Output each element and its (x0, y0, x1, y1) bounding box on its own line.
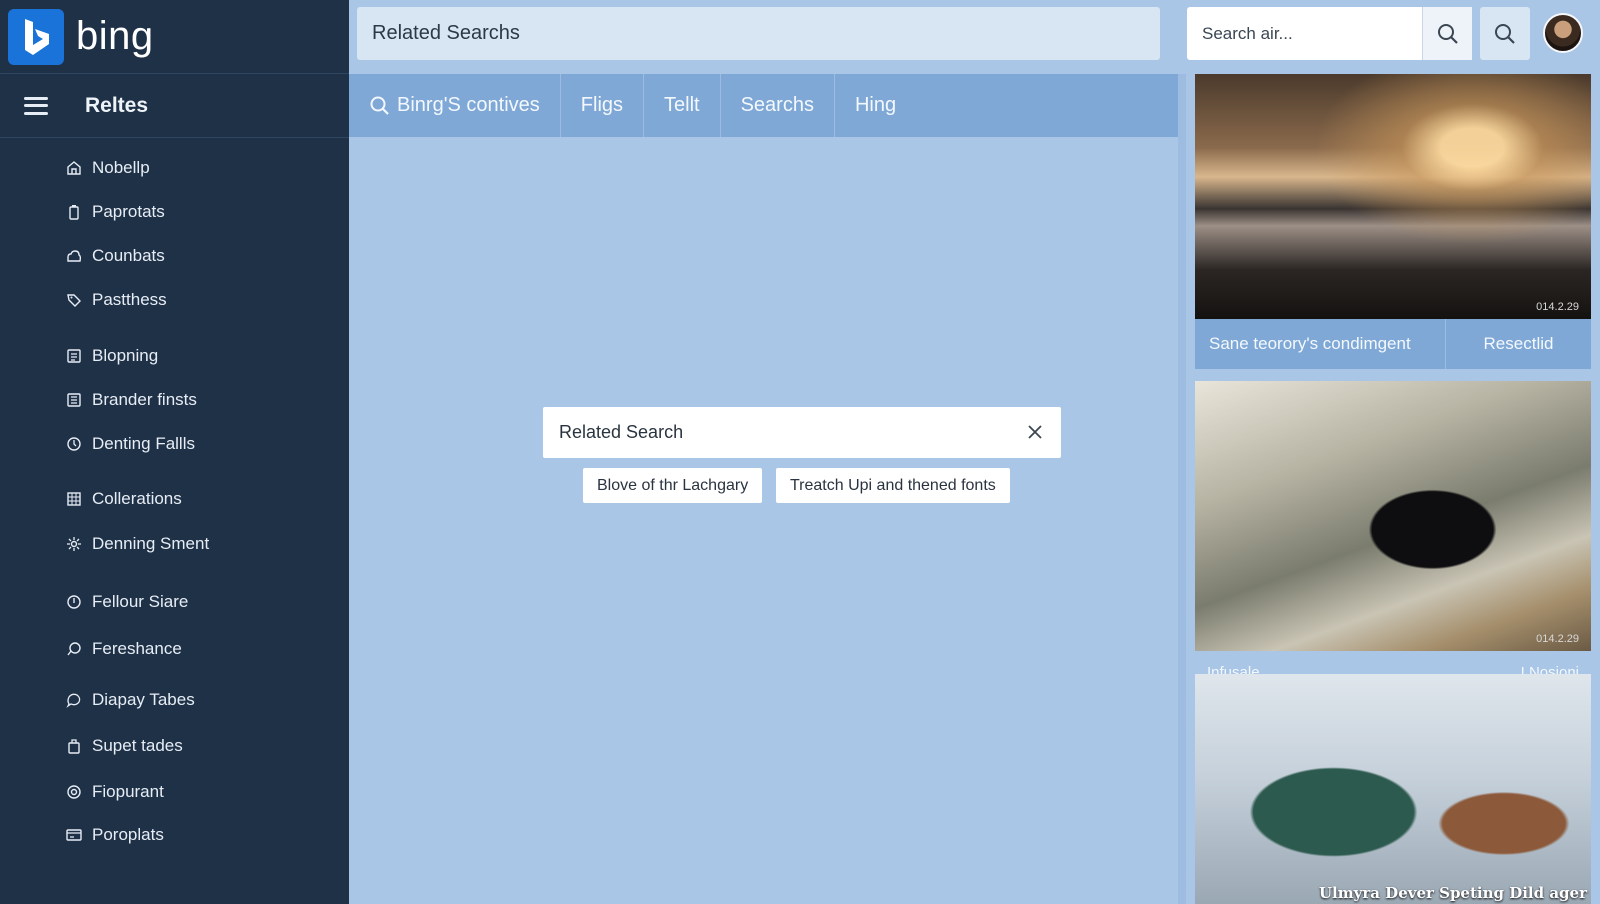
sidebar-item-label: Diapay Tabes (92, 690, 195, 709)
avatar[interactable] (1543, 13, 1583, 53)
sidebar-header: Reltes (0, 74, 349, 138)
tab-label: Hing (854, 94, 897, 116)
tab-label: Searchs (740, 94, 814, 116)
cloud-icon (66, 248, 82, 264)
tab-label: Fligs (580, 94, 624, 116)
sidebar-item-blopning[interactable]: Blopning (66, 342, 158, 370)
sidebar-item-diapay-tabes[interactable]: Diapay Tabes (66, 686, 195, 714)
results-column: 014.2.29 Sane teorory's condimgent Resec… (1178, 74, 1600, 904)
search-icon (1437, 23, 1458, 44)
result-image[interactable]: 014.2.29 (1195, 74, 1591, 319)
result-title[interactable]: Sane teorory's condimgent (1195, 334, 1445, 354)
tab-fligs[interactable]: Fligs (561, 74, 645, 137)
result-image[interactable]: 014.2.29 (1195, 381, 1591, 651)
search-icon (1495, 23, 1515, 44)
image-caption: Ulmyra Dever Speting Dild ager (1318, 884, 1587, 902)
sidebar-item-fellour-siare[interactable]: Fellour Siare (66, 588, 188, 616)
tag-icon (66, 292, 82, 308)
result-action-button[interactable]: Resectlid (1445, 319, 1591, 369)
search-alt-button[interactable] (1480, 7, 1530, 60)
sidebar-item-poroplats[interactable]: Poroplats (66, 821, 164, 849)
tab-label: Binrg'S contives (397, 94, 540, 116)
related-search-box[interactable]: Related Search (543, 407, 1061, 458)
chat-bubble-icon (66, 692, 82, 708)
main-content: Related Search Blove of thr Lachgary Tre… (349, 137, 1178, 904)
sidebar-nav: Nobellp Paprotats Counbats Pastthess Blo… (0, 138, 349, 898)
document-icon (66, 348, 82, 364)
tab-contives[interactable]: Binrg'S contives (349, 74, 561, 137)
result-peek-left[interactable]: Infusale (1207, 664, 1260, 674)
sidebar-item-collerations[interactable]: Collerations (66, 485, 182, 513)
brand-name: bing (76, 14, 154, 58)
sidebar: bing Reltes Nobellp Paprotats Counbats P… (0, 0, 349, 904)
sidebar-item-denting-fallls[interactable]: Denting Fallls (66, 430, 195, 458)
battery-icon (66, 204, 82, 220)
grid-icon (66, 491, 82, 507)
sidebar-item-nobellp[interactable]: Nobellp (66, 154, 150, 182)
chat-icon (66, 641, 82, 657)
sidebar-item-label: Pastthess (92, 290, 167, 309)
sidebar-item-label: Fereshance (92, 639, 182, 658)
sidebar-title: Reltes (85, 93, 149, 117)
sidebar-item-label: Collerations (92, 489, 182, 508)
sidebar-item-label: Paprotats (92, 202, 165, 221)
related-chip[interactable]: Blove of thr Lachgary (583, 468, 763, 503)
brand[interactable]: bing (0, 0, 349, 74)
tab-label: Tellt (664, 94, 700, 116)
sidebar-item-counbats[interactable]: Counbats (66, 242, 165, 270)
image-timestamp: 014.2.29 (1536, 633, 1579, 645)
related-chip[interactable]: Treatch Upi and thened fonts (776, 468, 1010, 503)
sidebar-item-label: Poroplats (92, 825, 164, 844)
settings-icon (66, 536, 82, 552)
sidebar-item-pastthess[interactable]: Pastthess (66, 286, 167, 314)
related-search-title: Related Search (559, 422, 684, 442)
sidebar-item-label: Counbats (92, 246, 165, 265)
tab-hing[interactable]: Hing (835, 74, 916, 137)
search-button[interactable] (1422, 7, 1472, 60)
sidebar-item-denning-sment[interactable]: Denning Sment (66, 530, 209, 558)
sidebar-item-label: Blopning (92, 346, 159, 365)
side-search-input[interactable]: Search air... (1187, 7, 1422, 60)
top-bar: Related Searchs Search air... (349, 0, 1600, 74)
bag-icon (66, 738, 82, 754)
menu-icon[interactable] (24, 96, 48, 115)
result-peek-right[interactable]: I Nosioni (1521, 664, 1579, 674)
home-icon (66, 160, 82, 176)
sidebar-item-label: Denning Sment (92, 534, 210, 553)
sidebar-item-supet-tades[interactable]: Supet tades (66, 732, 183, 760)
image-timestamp: 014.2.29 (1536, 301, 1579, 313)
tab-searchs[interactable]: Searchs (721, 74, 835, 137)
result-peek-bar: Infusale I Nosioni (1195, 651, 1591, 674)
sidebar-item-fiopurant[interactable]: Fiopurant (66, 778, 164, 806)
list-icon (66, 392, 82, 408)
sidebar-item-paprotats[interactable]: Paprotats (66, 198, 165, 226)
card-icon (66, 827, 82, 843)
clock-icon (66, 436, 82, 452)
sidebar-item-label: Brander finsts (92, 390, 197, 409)
sidebar-item-label: Supet tades (92, 736, 183, 755)
bing-logo-icon (8, 8, 64, 65)
sidebar-item-brander-finsts[interactable]: Brander finsts (66, 386, 197, 414)
sidebar-item-label: Fiopurant (92, 782, 164, 801)
close-icon[interactable] (1025, 422, 1045, 442)
search-icon (370, 96, 389, 115)
sidebar-item-label: Fellour Siare (92, 592, 189, 611)
tab-bar: Binrg'S contives Fligs Tellt Searchs Hin… (349, 74, 1178, 137)
result-image[interactable]: Ulmyra Dever Speting Dild ager (1195, 674, 1591, 904)
tab-tellt[interactable]: Tellt (644, 74, 721, 137)
sidebar-item-label: Nobellp (92, 158, 150, 177)
sidebar-item-label: Denting Fallls (92, 434, 195, 453)
result-card-bar: Sane teorory's condimgent Resectlid (1195, 319, 1591, 369)
sidebar-item-fereshance[interactable]: Fereshance (66, 635, 182, 663)
main-search-input[interactable]: Related Searchs (357, 7, 1160, 60)
target-icon (66, 784, 82, 800)
clock-icon (66, 594, 82, 610)
